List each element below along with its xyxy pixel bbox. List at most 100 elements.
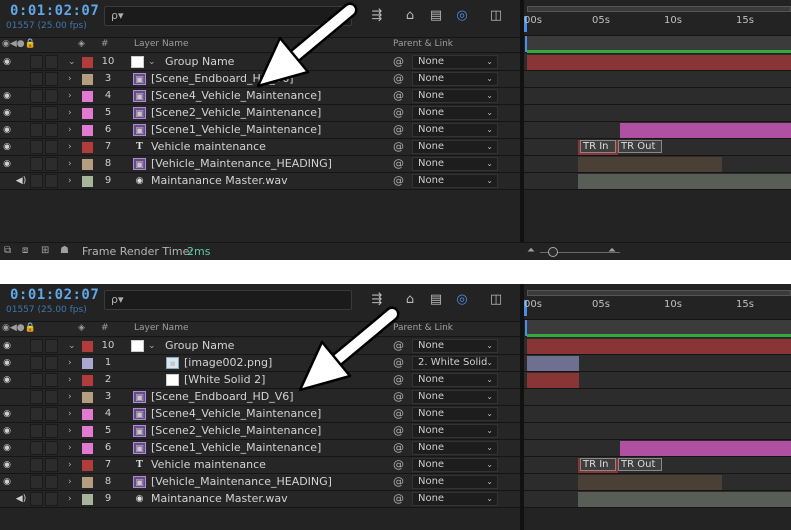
parent-link-dropdown[interactable]: None ⌄ <box>412 174 498 188</box>
layer-name[interactable]: Maintanance Master.wav <box>151 173 288 189</box>
solo-switch[interactable] <box>30 356 43 370</box>
twirl-chevron-icon[interactable]: › <box>68 88 78 104</box>
label-color-swatch[interactable] <box>82 409 93 420</box>
solo-switch[interactable] <box>30 55 43 69</box>
lock-switch[interactable] <box>45 89 58 103</box>
layer-duration-bar[interactable] <box>578 475 722 490</box>
audio-speaker-icon[interactable] <box>14 355 28 371</box>
lock-switch[interactable] <box>45 475 58 489</box>
label-color-swatch[interactable] <box>82 108 93 119</box>
layer-name[interactable]: Vehicle maintenance <box>151 457 266 473</box>
audio-speaker-icon[interactable] <box>14 122 28 138</box>
label-color-swatch[interactable] <box>82 341 93 352</box>
parent-link-dropdown[interactable]: None ⌄ <box>412 339 498 353</box>
twirl-chevron-icon[interactable]: › <box>68 71 78 87</box>
frame-blending-icon[interactable]: ▤ <box>427 291 445 309</box>
layer-track[interactable] <box>524 355 791 372</box>
layer-track[interactable] <box>524 156 791 173</box>
layer-track[interactable] <box>524 54 791 71</box>
pick-whip-icon[interactable]: @ <box>393 122 404 138</box>
pick-whip-icon[interactable]: @ <box>393 71 404 87</box>
twirl-chevron-icon[interactable]: › <box>68 474 78 490</box>
lock-switch[interactable] <box>45 407 58 421</box>
zoom-out-icon[interactable]: ⏶ <box>527 245 535 256</box>
parent-link-dropdown[interactable]: None ⌄ <box>412 407 498 421</box>
motion-blur-icon[interactable]: ◎ <box>453 7 471 25</box>
current-time-display[interactable]: 0:01:02:07 <box>10 287 99 303</box>
layer-duration-bar[interactable] <box>578 174 791 189</box>
pick-whip-icon[interactable]: @ <box>393 156 404 172</box>
visibility-eye-icon[interactable]: ◉ <box>0 440 14 456</box>
audio-speaker-icon[interactable] <box>14 156 28 172</box>
layer-row[interactable]: ◉ ⌄ 10 ⌄ Group Name @ None ⌄ <box>0 338 520 355</box>
comp-flowchart-icon[interactable]: ⇶ <box>368 7 386 25</box>
audio-speaker-icon[interactable] <box>14 139 28 155</box>
time-ruler[interactable]: 00s 05s 10s 15s <box>524 284 791 320</box>
time-navigator[interactable] <box>527 290 791 296</box>
render-time-icon[interactable]: ☗ <box>60 245 69 256</box>
layer-name-column-header[interactable]: Layer Name <box>134 39 189 49</box>
parent-link-dropdown[interactable]: None ⌄ <box>412 458 498 472</box>
lock-switch[interactable] <box>45 339 58 353</box>
parent-link-dropdown[interactable]: None ⌄ <box>412 390 498 404</box>
audio-speaker-icon[interactable]: ◀) <box>14 173 28 189</box>
visibility-eye-icon[interactable]: ◉ <box>0 105 14 121</box>
lock-switch[interactable] <box>45 106 58 120</box>
label-color-swatch[interactable] <box>82 159 93 170</box>
label-color-swatch[interactable] <box>82 358 93 369</box>
layer-name[interactable]: [Scene2_Vehicle_Maintenance] <box>151 105 321 121</box>
layer-name-column-header[interactable]: Layer Name <box>134 323 189 333</box>
lock-switch[interactable] <box>45 356 58 370</box>
layer-track[interactable] <box>524 474 791 491</box>
visibility-eye-icon[interactable]: ◉ <box>0 88 14 104</box>
visibility-eye-icon[interactable] <box>0 71 14 87</box>
audio-speaker-icon[interactable] <box>14 406 28 422</box>
layer-row[interactable]: ◀) › 9 ◉ Maintanance Master.wav @ None ⌄ <box>0 491 520 508</box>
solo-switch[interactable] <box>30 157 43 171</box>
pick-whip-icon[interactable]: @ <box>393 105 404 121</box>
parent-link-dropdown[interactable]: None ⌄ <box>412 424 498 438</box>
layer-name[interactable]: Group Name <box>165 338 234 354</box>
twirl-chevron-icon[interactable]: › <box>68 122 78 138</box>
parent-link-dropdown[interactable]: None ⌄ <box>412 441 498 455</box>
layer-row[interactable]: ◉ › 8 ▣ [Vehicle_Maintenance_HEADING] @ None ⌄ <box>0 474 520 491</box>
parent-link-dropdown[interactable]: None ⌄ <box>412 123 498 137</box>
lock-switch[interactable] <box>45 123 58 137</box>
lock-switch[interactable] <box>45 55 58 69</box>
audio-speaker-icon[interactable] <box>14 338 28 354</box>
layer-name[interactable]: [Vehicle_Maintenance_HEADING] <box>151 474 332 490</box>
time-ruler[interactable]: 00s 05s 10s 15s <box>524 0 791 36</box>
label-color-swatch[interactable] <box>82 494 93 505</box>
lock-switch[interactable] <box>45 373 58 387</box>
layer-name[interactable]: Maintanance Master.wav <box>151 491 288 507</box>
pick-whip-icon[interactable]: @ <box>393 88 404 104</box>
current-time-display[interactable]: 0:01:02:07 <box>10 3 99 19</box>
visibility-eye-icon[interactable]: ◉ <box>0 156 14 172</box>
visibility-eye-icon[interactable] <box>0 173 14 189</box>
audio-speaker-icon[interactable] <box>14 105 28 121</box>
layer-duration-bar[interactable] <box>527 356 579 371</box>
twirl-chevron-icon[interactable]: › <box>68 457 78 473</box>
solo-switch[interactable] <box>30 441 43 455</box>
audio-speaker-icon[interactable] <box>14 457 28 473</box>
layer-track[interactable]: TR In TR Out <box>524 139 791 156</box>
label-color-swatch[interactable] <box>82 176 93 187</box>
pick-whip-icon[interactable]: @ <box>393 457 404 473</box>
layer-track[interactable] <box>524 88 791 105</box>
lock-switch[interactable] <box>45 157 58 171</box>
label-color-swatch[interactable] <box>82 142 93 153</box>
twirl-chevron-icon[interactable]: › <box>68 372 78 388</box>
label-color-swatch[interactable] <box>82 443 93 454</box>
layer-row[interactable]: ◉ › 7 T Vehicle maintenance @ None ⌄ <box>0 457 520 474</box>
visibility-eye-icon[interactable]: ◉ <box>0 139 14 155</box>
lock-switch[interactable] <box>45 140 58 154</box>
group-expand-chevron-icon[interactable]: ⌄ <box>148 338 156 354</box>
layer-track[interactable] <box>524 389 791 406</box>
parent-link-dropdown[interactable]: None ⌄ <box>412 475 498 489</box>
layer-track[interactable] <box>524 173 791 190</box>
shy-layers-icon[interactable]: ⌂ <box>401 291 419 309</box>
parent-link-dropdown[interactable]: None ⌄ <box>412 89 498 103</box>
twirl-chevron-icon[interactable]: › <box>68 139 78 155</box>
layer-duration-bar[interactable] <box>527 373 579 388</box>
layer-name[interactable]: [Scene4_Vehicle_Maintenance] <box>151 406 321 422</box>
